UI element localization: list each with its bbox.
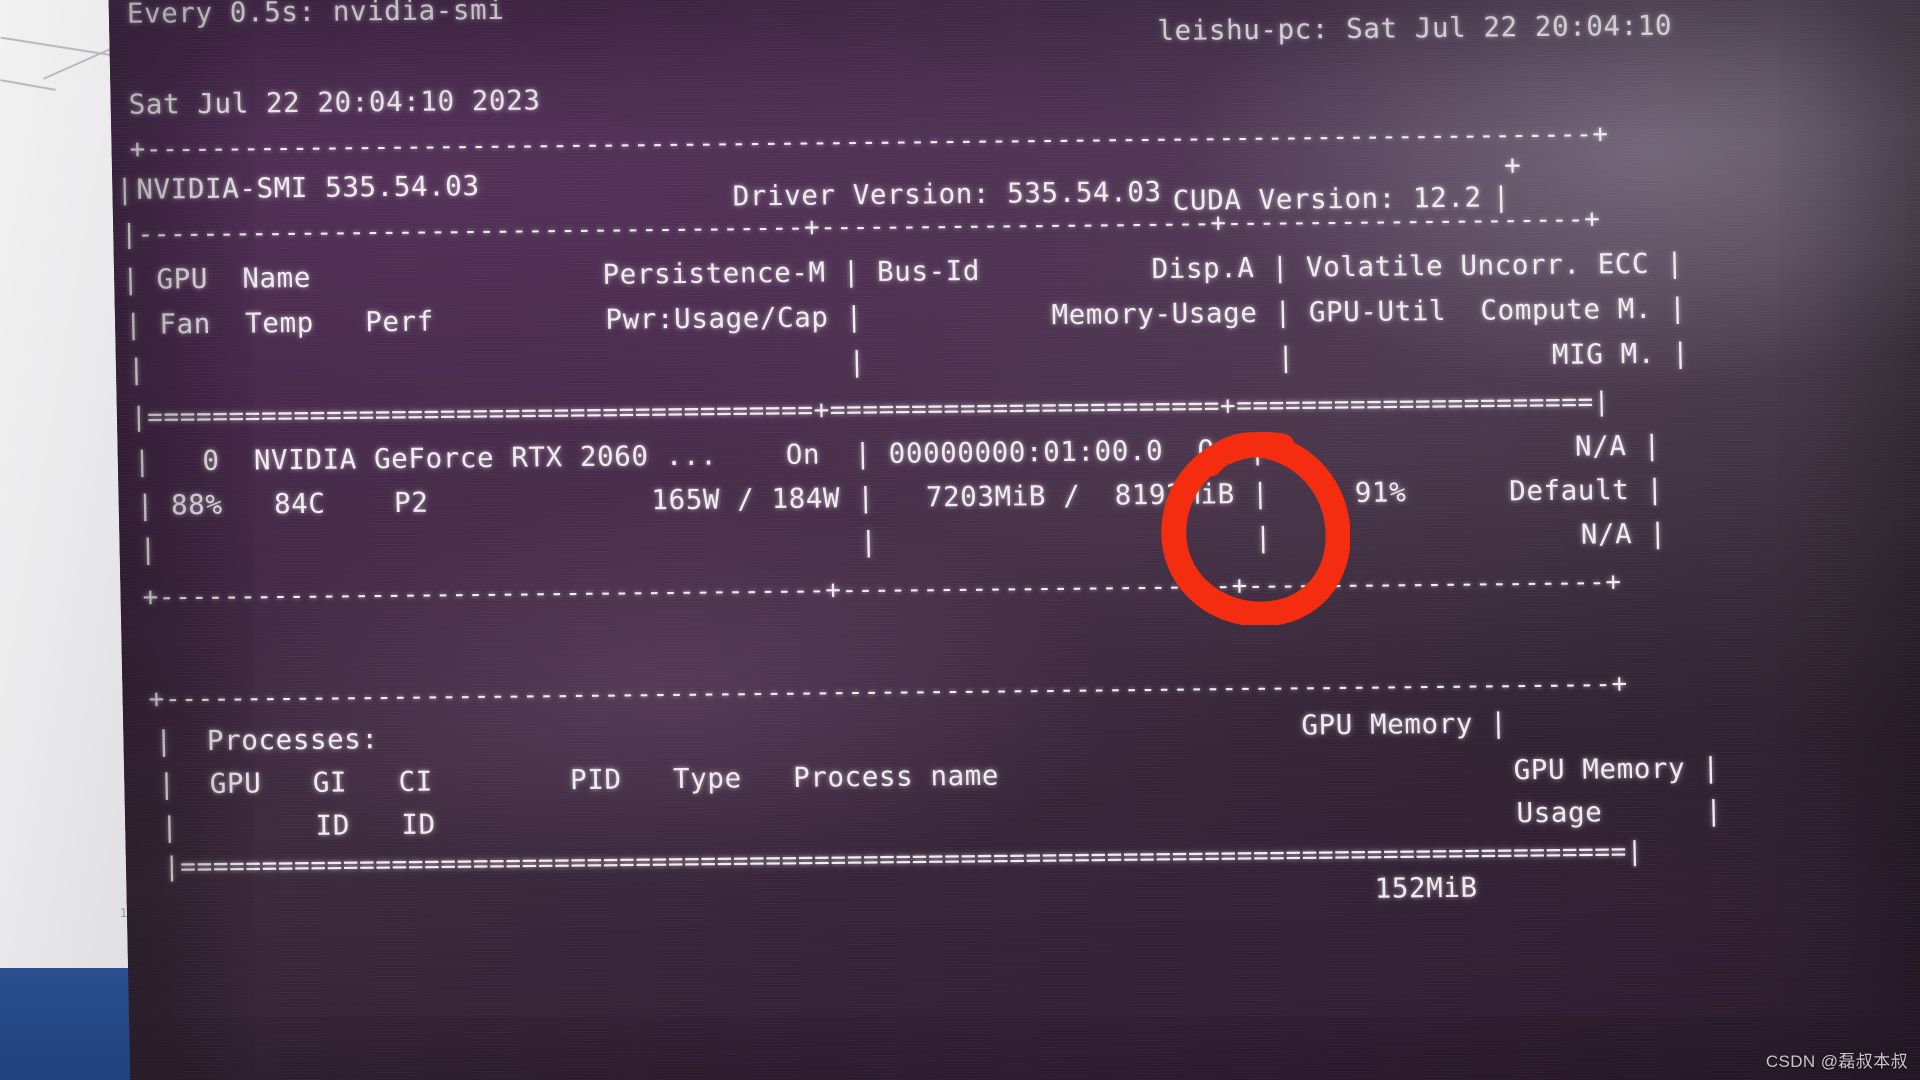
watch-header-right: leishu-pc: Sat Jul 22 20:04:10 [1157,9,1673,48]
rule-after-gpu: +---------------------------------------… [142,567,1622,613]
screenshot-root: 150 Every 0.5s: nvidia-smi leishu-pc: Sa… [0,0,1920,1080]
csdn-watermark: CSDN @磊叔本叔 [1765,1052,1908,1071]
watch-header-left: Every 0.5s: nvidia-smi [126,0,505,30]
terminal-screen: Every 0.5s: nvidia-smi leishu-pc: Sat Ju… [108,0,1920,1080]
terminal-text: Every 0.5s: nvidia-smi leishu-pc: Sat Ju… [108,0,1920,1080]
processes-title-text: Processes: [206,723,379,757]
monitor-surface: Every 0.5s: nvidia-smi leishu-pc: Sat Ju… [108,0,1920,1080]
